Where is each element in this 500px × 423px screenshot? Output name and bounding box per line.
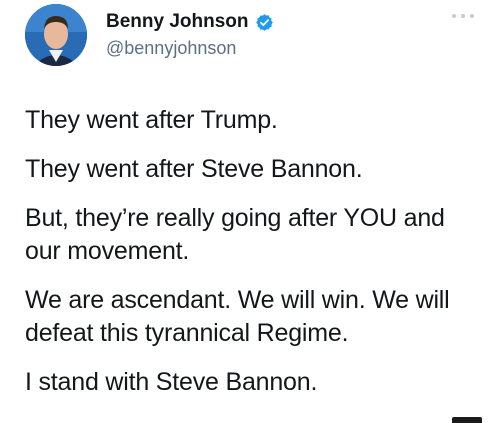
tweet-paragraph: We are ascendant. We will win. We will d… bbox=[25, 286, 450, 347]
author-name-row: Benny Johnson bbox=[106, 10, 274, 34]
tweet-paragraph: They went after Steve Bannon. bbox=[25, 155, 363, 183]
more-dot bbox=[452, 14, 456, 18]
author-display-name[interactable]: Benny Johnson bbox=[106, 10, 249, 34]
tweet-paragraph: They went after Trump. bbox=[25, 106, 278, 134]
tweet-text: They went after Trump. They went after S… bbox=[25, 104, 485, 415]
author-handle[interactable]: @bennyjohnson bbox=[106, 37, 236, 59]
tweet-paragraph: But, they’re really going after YOU and … bbox=[25, 204, 445, 265]
corner-mark bbox=[452, 417, 482, 423]
verified-badge-icon bbox=[255, 13, 274, 32]
tweet-paragraph: I stand with Steve Bannon. bbox=[25, 368, 318, 396]
avatar-image bbox=[25, 4, 87, 66]
more-dot bbox=[470, 14, 474, 18]
more-dot bbox=[461, 14, 465, 18]
more-options-icon[interactable] bbox=[452, 11, 474, 21]
avatar[interactable] bbox=[25, 4, 87, 66]
